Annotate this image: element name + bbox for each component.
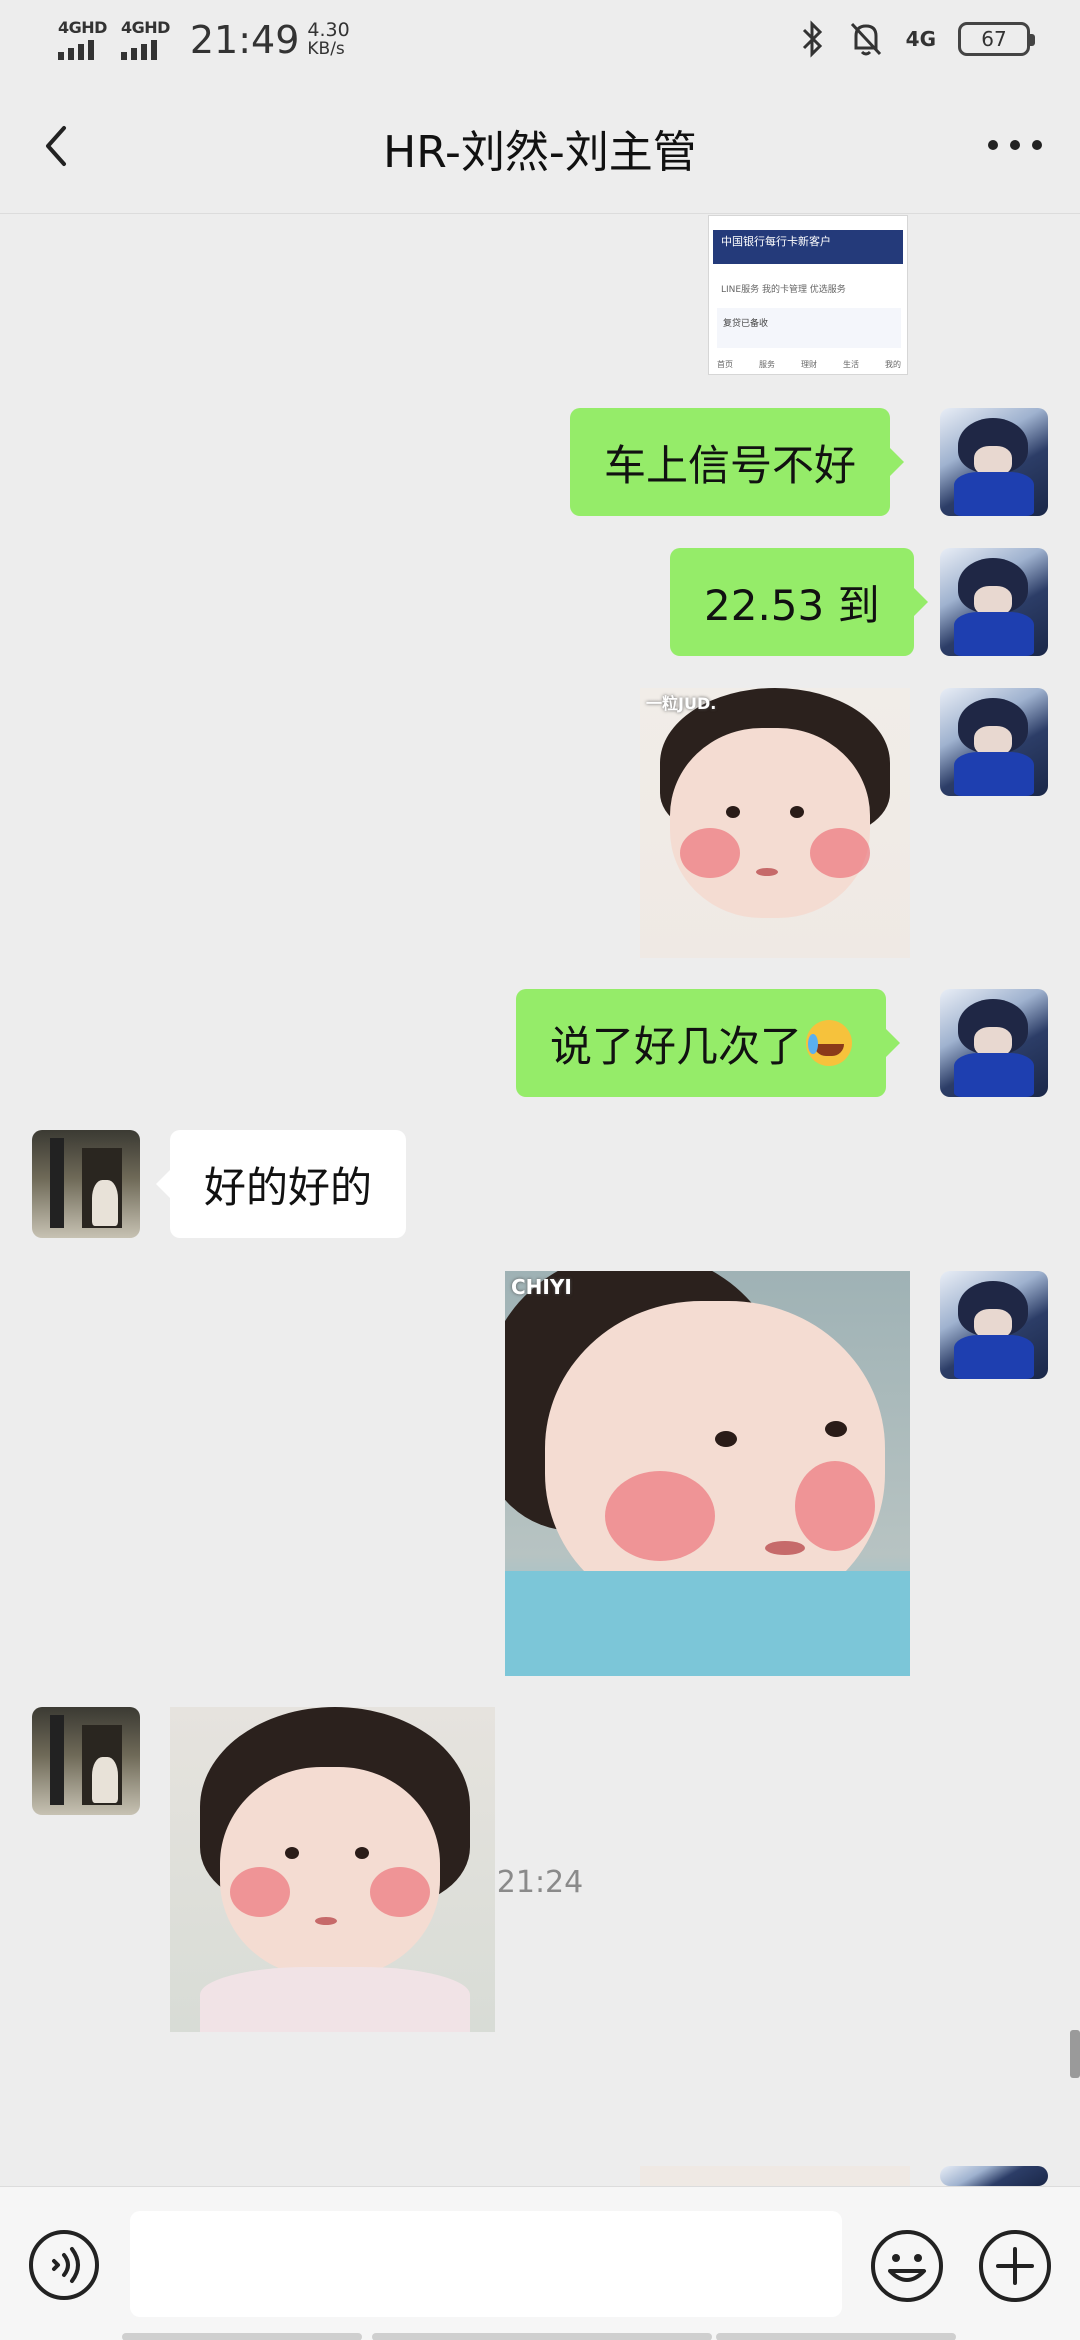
message-text: 22.53 到 — [704, 580, 880, 630]
battery-level: 67 — [981, 27, 1007, 51]
status-left: 4GHD 4GHD 21:49 4.30 KB/s — [58, 18, 350, 62]
screenshot-card-text: 复贷已备收 — [723, 319, 769, 329]
speed-value: 4.30 — [307, 19, 350, 41]
message-text: 好的好的 — [204, 1162, 373, 1212]
laughing-crying-emoji-icon — [806, 1020, 853, 1066]
my-avatar[interactable] — [940, 1271, 1048, 1379]
battery-icon: 67 — [958, 22, 1035, 56]
more-dots-icon[interactable] — [980, 120, 1050, 170]
my-avatar[interactable] — [940, 2166, 1048, 2186]
screenshot-nav-item: 生活 — [843, 360, 859, 369]
contact-avatar[interactable] — [32, 1130, 140, 1238]
screenshot-nav-item: 服务 — [759, 360, 775, 369]
message-input[interactable] — [130, 2211, 842, 2317]
scrollbar-thumb[interactable] — [1070, 2030, 1080, 2078]
contact-avatar[interactable] — [32, 1707, 140, 1815]
sim2-label: 4GHD — [120, 18, 170, 37]
status-bar: 4GHD 4GHD 21:49 4.30 KB/s 4G 67 — [0, 0, 1080, 80]
sticker-image-message[interactable]: 一粒JUD. — [640, 688, 910, 958]
network-speed: 4.30 KB/s — [307, 21, 349, 59]
my-message-bubble[interactable]: 22.53 到 — [670, 548, 928, 656]
my-avatar[interactable] — [940, 548, 1048, 656]
sim2-signal-icon: 4GHD — [120, 18, 170, 60]
chat-title: HR-刘然-刘主管 — [383, 127, 697, 178]
emoji-icon[interactable] — [870, 2229, 944, 2303]
contact-message-bubble[interactable]: 好的好的 — [155, 1130, 407, 1238]
keyboard-hint-bar — [716, 2333, 956, 2340]
status-time: 21:49 — [189, 18, 300, 62]
my-avatar[interactable] — [940, 989, 1048, 1097]
sticker-image-message[interactable]: CHIYI — [505, 1271, 910, 1676]
sim1-signal-icon: 4GHD — [58, 20, 107, 60]
voice-icon[interactable] — [28, 2229, 100, 2301]
my-avatar[interactable] — [940, 408, 1048, 516]
screenshot-nav-item: 首页 — [717, 360, 733, 369]
message-timestamp: 21:24 — [496, 1865, 584, 1900]
message-text: 车上信号不好 — [604, 440, 857, 490]
my-avatar[interactable] — [940, 688, 1048, 796]
my-message-bubble[interactable]: 说了好几次了 — [516, 989, 901, 1097]
sticker-watermark: 一粒JUD. — [646, 694, 717, 713]
screenshot-tabs-text: LINE服务 我的卡管理 优选服务 — [721, 285, 846, 295]
speed-unit: KB/s — [307, 39, 345, 59]
my-message-bubble[interactable]: 车上信号不好 — [570, 408, 905, 516]
mute-bell-icon — [850, 22, 881, 56]
sticker-image-message-partial[interactable] — [640, 2166, 910, 2186]
network-type: 4G — [905, 27, 936, 51]
status-right: 4G 67 — [800, 20, 1035, 58]
screenshot-banner-text: 中国银行每行卡新客户 — [721, 235, 831, 248]
screenshot-nav-row: 首页 服务 理财 生活 我的 — [717, 359, 901, 370]
bluetooth-icon — [802, 20, 822, 58]
keyboard-hint-bar — [122, 2333, 362, 2340]
screenshot-image-message[interactable]: 中国银行每行卡新客户 LINE服务 我的卡管理 优选服务 复贷已备收 首页 服务… — [708, 215, 908, 375]
keyboard-hint-bar — [372, 2333, 712, 2340]
screenshot-nav-item: 理财 — [801, 360, 817, 369]
sticker-watermark: CHIYI — [511, 1275, 572, 1299]
back-arrow-icon[interactable] — [30, 116, 90, 176]
message-text: 说了好几次了 — [550, 1021, 803, 1071]
chat-header: HR-刘然-刘主管 — [0, 80, 1080, 214]
input-bar — [0, 2186, 1080, 2340]
plus-icon[interactable] — [978, 2229, 1052, 2303]
screenshot-nav-item: 我的 — [885, 360, 901, 369]
sim1-label: 4GHD — [58, 18, 107, 37]
